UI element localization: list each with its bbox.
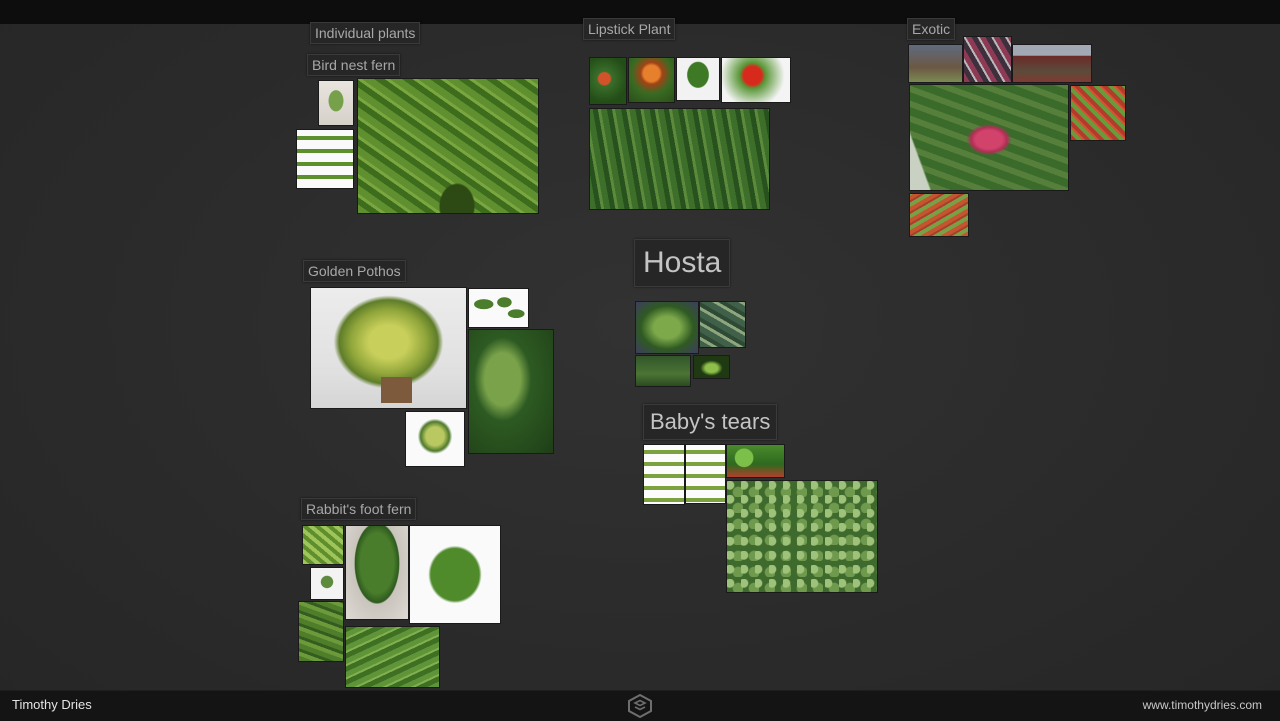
lipstick-plant-image-1[interactable] — [589, 57, 627, 105]
bird-nest-fern-potted-image[interactable] — [318, 80, 354, 126]
babys-tears-main-image[interactable] — [726, 480, 878, 593]
label-exotic: Exotic — [907, 18, 956, 40]
label-bird-nest-fern: Bird nest fern — [307, 54, 401, 76]
babys-tears-image-2[interactable] — [685, 444, 726, 504]
golden-pothos-leaves-image[interactable] — [468, 288, 529, 328]
exotic-image-5[interactable] — [1070, 85, 1126, 141]
lipstick-plant-main-image[interactable] — [589, 108, 770, 210]
exotic-image-2[interactable] — [963, 36, 1012, 83]
rabbits-foot-fern-image-5[interactable] — [298, 601, 344, 662]
author-name: Timothy Dries — [12, 697, 92, 712]
footer-bar: Timothy Dries www.timothydries.com — [0, 690, 1280, 721]
hosta-image-4[interactable] — [693, 355, 730, 379]
exotic-image-3[interactable] — [1012, 44, 1092, 83]
lipstick-plant-image-3[interactable] — [676, 57, 720, 101]
exotic-bromeliad-main-image[interactable] — [909, 84, 1069, 191]
label-hosta: Hosta — [634, 239, 731, 287]
babys-tears-image-1[interactable] — [643, 444, 685, 505]
lipstick-plant-image-4[interactable] — [721, 57, 791, 103]
label-rabbits-foot-fern: Rabbit's foot fern — [301, 498, 417, 520]
golden-pothos-main-image[interactable] — [310, 287, 467, 409]
exotic-image-6[interactable] — [909, 193, 969, 237]
artstation-logo-icon[interactable] — [627, 694, 653, 718]
website-link[interactable]: www.timothydries.com — [1143, 698, 1262, 712]
lipstick-plant-image-2[interactable] — [628, 57, 675, 103]
hosta-image-2[interactable] — [699, 301, 746, 348]
exotic-image-1[interactable] — [908, 44, 963, 83]
label-babys-tears: Baby's tears — [643, 404, 778, 440]
hosta-image-3[interactable] — [635, 355, 691, 387]
rabbits-foot-fern-image-4[interactable] — [409, 525, 501, 624]
bird-nest-fern-main-image[interactable] — [357, 78, 539, 214]
label-golden-pothos: Golden Pothos — [303, 260, 406, 282]
hosta-image-1[interactable] — [635, 301, 699, 354]
rabbits-foot-fern-image-3[interactable] — [345, 525, 409, 620]
golden-pothos-leaf-image[interactable] — [405, 411, 465, 467]
label-lipstick-plant: Lipstick Plant — [583, 18, 676, 40]
rabbits-foot-fern-image-2[interactable] — [310, 567, 344, 600]
golden-pothos-vine-image[interactable] — [468, 329, 554, 454]
bird-nest-fern-leaves-image[interactable] — [296, 129, 354, 189]
rabbits-foot-fern-image-6[interactable] — [345, 626, 440, 688]
moodboard-canvas[interactable]: Individual plants Bird nest fern Lipstic… — [0, 18, 1280, 690]
label-individual-plants: Individual plants — [310, 22, 421, 44]
rabbits-foot-fern-image-1[interactable] — [302, 525, 344, 565]
babys-tears-image-3[interactable] — [726, 444, 785, 478]
